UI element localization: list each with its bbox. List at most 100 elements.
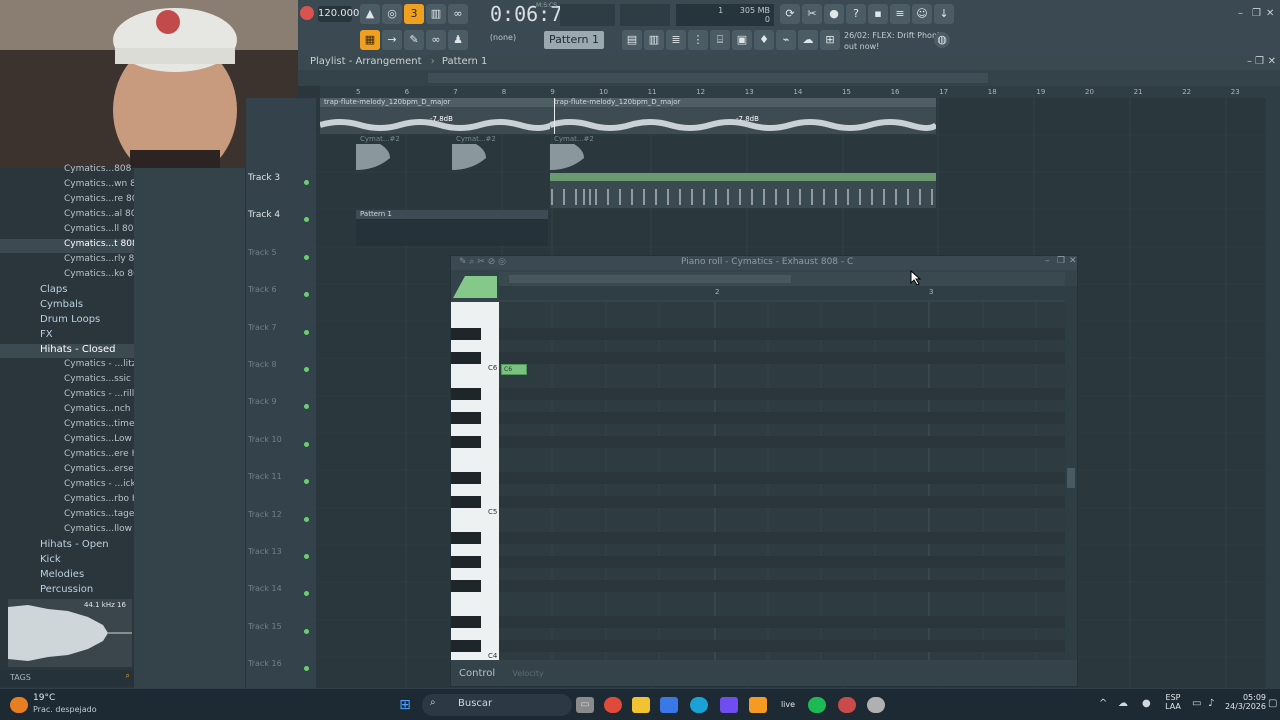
language-indicator[interactable]: ESP LAA bbox=[1163, 693, 1183, 711]
browser-file[interactable]: Cymatics...ko 808 - C bbox=[0, 269, 134, 283]
track-label[interactable]: Track 10 bbox=[248, 435, 282, 444]
taskbar-search[interactable]: ⌕ Buscar bbox=[422, 694, 572, 716]
plugin-icon[interactable]: ▣ bbox=[732, 30, 752, 50]
track-label[interactable]: Track 6 bbox=[248, 285, 277, 294]
black-key[interactable] bbox=[451, 532, 481, 544]
browser-file[interactable]: Cymatics...nch Hihat bbox=[0, 404, 134, 418]
browser-folder[interactable]: Melodies bbox=[0, 569, 134, 583]
browser-file[interactable]: Cymatics - ...rill Hihat bbox=[0, 389, 134, 403]
envelope-icon[interactable]: ⌁ bbox=[776, 30, 796, 50]
browser-file[interactable]: Cymatics...re 808 - C bbox=[0, 194, 134, 208]
playlist-pattern[interactable]: Pattern 1 bbox=[442, 56, 488, 67]
browser-folder[interactable]: Drum Loops bbox=[0, 314, 134, 328]
arrow-icon[interactable]: → bbox=[382, 30, 402, 50]
tuner-icon[interactable]: ♦ bbox=[754, 30, 774, 50]
task-view-icon[interactable]: ▭ bbox=[576, 697, 594, 713]
browser-folder[interactable]: Hihats - Open bbox=[0, 539, 134, 553]
playhead[interactable] bbox=[554, 98, 555, 134]
snap-select[interactable]: (none) bbox=[478, 33, 528, 47]
playlist-mode-icon[interactable]: ▦ bbox=[360, 30, 380, 50]
close-icon[interactable]: ✕ bbox=[1266, 8, 1274, 19]
cymat-clip-3[interactable]: Cymat...#2 bbox=[550, 135, 646, 171]
track-enable-led[interactable] bbox=[304, 180, 309, 185]
refresh-icon[interactable]: ⟳ bbox=[780, 4, 800, 24]
sample-preview[interactable]: 44.1 kHz 16 bbox=[8, 599, 132, 667]
piano-roll-note[interactable]: C6 bbox=[501, 364, 527, 375]
cloud-icon[interactable]: ☁ bbox=[798, 30, 818, 50]
track-enable-led[interactable] bbox=[304, 441, 309, 447]
chrome-icon[interactable] bbox=[604, 697, 622, 713]
piano-roll-maximize-icon[interactable]: ❐ bbox=[1057, 256, 1065, 266]
chrome-profile-icon[interactable] bbox=[838, 697, 856, 713]
track-label[interactable]: Track 8 bbox=[248, 360, 277, 369]
pattern-clip[interactable]: Pattern 1 bbox=[356, 210, 548, 246]
track-enable-led[interactable] bbox=[304, 628, 309, 634]
tempo-display[interactable]: 120.000 bbox=[318, 6, 359, 22]
browser-file[interactable]: Cymatics - ...litz Hihat bbox=[0, 359, 134, 373]
piano-roll-tools-icon[interactable]: ✎ ⌕ ✂ ⊘ ◎ bbox=[459, 257, 506, 267]
mixer-icon[interactable]: ≡ bbox=[890, 4, 910, 24]
file-explorer-icon[interactable] bbox=[632, 697, 650, 713]
piano-keyboard[interactable]: C6 C5 C4 bbox=[451, 302, 499, 660]
windows-start-icon[interactable]: ⊞ bbox=[396, 697, 414, 713]
tray-chevron-icon[interactable]: ^ bbox=[1099, 698, 1107, 709]
track-label[interactable]: Track 4 bbox=[248, 210, 280, 220]
track-label[interactable]: Track 16 bbox=[248, 659, 282, 668]
black-key[interactable] bbox=[451, 352, 481, 364]
piano-roll-close-icon[interactable]: ✕ bbox=[1069, 256, 1077, 266]
piano-roll-minimize-icon[interactable]: – bbox=[1045, 256, 1050, 266]
search-icon[interactable]: ⌕ bbox=[126, 671, 130, 681]
weather-description[interactable]: Prac. despejado bbox=[33, 705, 97, 714]
browser-file[interactable]: Cymatics...ere Hihat bbox=[0, 449, 134, 463]
chat-icon[interactable]: ☺ bbox=[912, 4, 932, 24]
track-enable-led[interactable] bbox=[304, 516, 309, 522]
step-edit-icon[interactable]: ▥ bbox=[426, 4, 446, 24]
track-label[interactable]: Track 9 bbox=[248, 397, 277, 406]
black-key[interactable] bbox=[451, 436, 481, 448]
volume-icon[interactable]: ♪ bbox=[1208, 698, 1214, 709]
tools-icon[interactable]: ✂ bbox=[802, 4, 822, 24]
browser-file[interactable]: Cymatics...wn 808 - C bbox=[0, 179, 134, 193]
black-key[interactable] bbox=[451, 580, 481, 592]
microphone-icon[interactable]: ● bbox=[824, 4, 844, 24]
draw-icon[interactable]: ✎ bbox=[404, 30, 424, 50]
track-enable-led[interactable] bbox=[304, 367, 309, 372]
mixer-window-icon[interactable]: ⋮ bbox=[688, 30, 708, 50]
audio-clip-2[interactable]: trap-flute-melody_120bpm_D_major -7.8dB bbox=[550, 98, 936, 134]
overview-scroll-thumb[interactable] bbox=[428, 73, 988, 83]
browser-folder[interactable]: Hihats - Closed bbox=[0, 344, 134, 358]
cymat-clip-1[interactable]: Cymat...#2 bbox=[356, 135, 452, 171]
browser-file[interactable]: Cymatics...t 808 - C bbox=[0, 239, 134, 253]
track-label[interactable]: Track 7 bbox=[248, 323, 277, 332]
piano-roll-control-bar[interactable]: Control Velocity bbox=[451, 664, 1077, 686]
fl-studio-icon[interactable] bbox=[749, 697, 767, 713]
browser-file[interactable]: Cymatics...ll 808 - C bbox=[0, 224, 134, 238]
minimize-icon[interactable]: – bbox=[1238, 8, 1243, 19]
browser-folder[interactable]: Kick bbox=[0, 554, 134, 568]
metronome-icon[interactable]: ▲ bbox=[360, 4, 380, 24]
copilot-icon[interactable] bbox=[720, 697, 738, 713]
playlist-icon[interactable]: ≣ bbox=[666, 30, 686, 50]
spotify-icon[interactable] bbox=[808, 697, 826, 713]
playlist-minimize-icon[interactable]: – bbox=[1247, 56, 1252, 67]
track-enable-led[interactable] bbox=[304, 329, 309, 335]
track-label[interactable]: Track 5 bbox=[248, 248, 277, 257]
help-icon[interactable]: ? bbox=[846, 4, 866, 24]
track-enable-led[interactable] bbox=[304, 666, 309, 672]
hihat-pattern-clip[interactable] bbox=[550, 173, 936, 208]
black-key[interactable] bbox=[451, 556, 481, 568]
browser-folder[interactable]: Percussion bbox=[0, 584, 134, 598]
wait-icon[interactable]: ◎ bbox=[382, 4, 402, 24]
onedrive-icon[interactable]: ☁ bbox=[1118, 698, 1128, 709]
taskbar-clock[interactable]: 05:09 24/3/2026 bbox=[1222, 693, 1266, 711]
browser-file[interactable]: Cymatics - ...ick Hihat bbox=[0, 479, 134, 493]
browser-file[interactable]: Cymatics...al 808 - C bbox=[0, 209, 134, 223]
browser-folder[interactable]: Claps bbox=[0, 284, 134, 298]
playlist-ruler[interactable]: 5 6 7 8 9 10 11 12 13 14 15 16 17 18 19 20 21 22 23 bbox=[320, 86, 1266, 98]
track-label[interactable]: Track 14 bbox=[248, 584, 282, 593]
track-label[interactable]: Track 3 bbox=[248, 173, 280, 183]
globe-icon[interactable]: ◍ bbox=[934, 32, 950, 48]
piano-roll-scroll-thumb[interactable] bbox=[509, 275, 791, 283]
playlist-close-icon[interactable]: ✕ bbox=[1268, 56, 1276, 67]
restore-icon[interactable]: ❐ bbox=[1252, 8, 1261, 19]
